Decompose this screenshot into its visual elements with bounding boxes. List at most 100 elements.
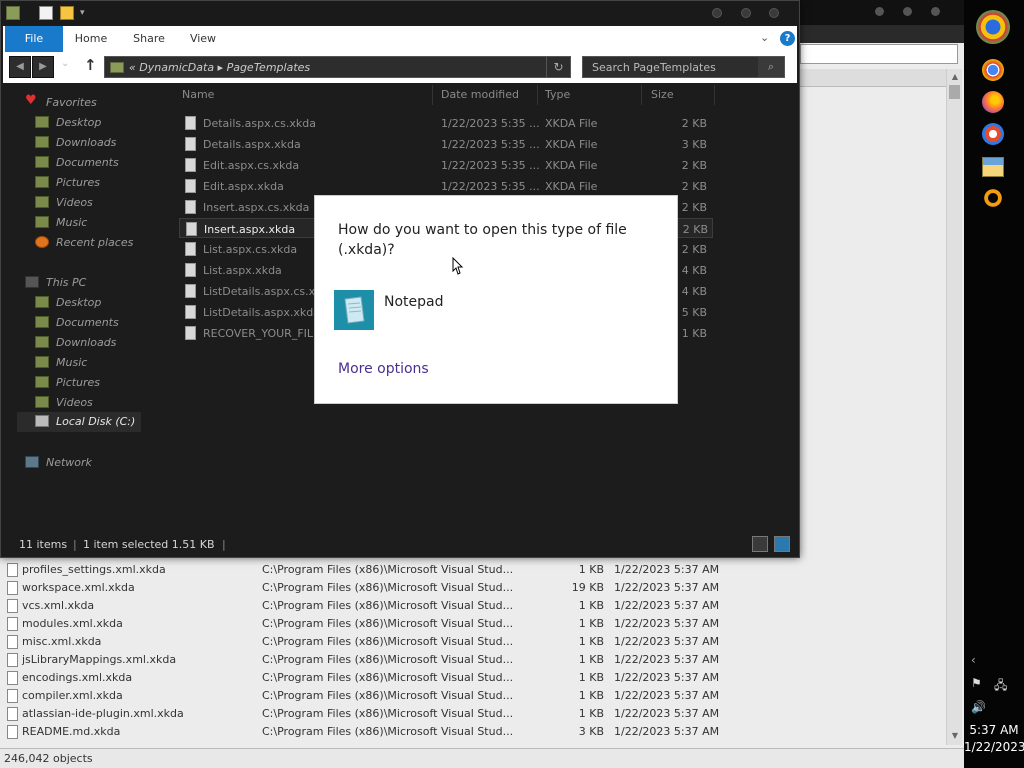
file-explorer-taskbar-icon[interactable] xyxy=(982,157,1004,177)
chrome-taskbar-icon[interactable] xyxy=(982,59,1004,81)
result-row[interactable]: encodings.xml.xkda C:\Program Files (x86)… xyxy=(0,669,946,687)
background-results-list: profiles_settings.xml.xkda C:\Program Fil… xyxy=(0,561,946,745)
file-row[interactable]: Edit.aspx.cs.xkda 1/22/2023 5:35 ... XKDA … xyxy=(179,155,713,175)
pictures-icon xyxy=(35,176,49,188)
chrome-canary-taskbar-icon[interactable] xyxy=(976,10,1010,44)
nav-item-pictures[interactable]: Pictures xyxy=(35,173,165,193)
result-row[interactable]: profiles_settings.xml.xkda C:\Program Fil… xyxy=(0,561,946,579)
search-icon[interactable]: ⌕ xyxy=(758,57,784,77)
nav-item-recent-places[interactable]: Recent places xyxy=(35,233,165,253)
network-icon[interactable]: 🖧 xyxy=(994,676,1007,697)
minimize-icon[interactable] xyxy=(712,8,722,18)
file-icon xyxy=(185,137,196,151)
result-date: 1/22/2023 5:37 AM xyxy=(614,581,720,594)
recent-locations-icon[interactable]: ⌄ xyxy=(61,58,69,69)
file-name: Details.aspx.xkda xyxy=(203,138,301,151)
result-row[interactable]: workspace.xml.xkda C:\Program Files (x86)… xyxy=(0,579,946,597)
desktop-icon xyxy=(35,116,49,128)
column-divider[interactable] xyxy=(641,85,642,105)
result-row[interactable]: misc.xml.xkda C:\Program Files (x86)\Micr… xyxy=(0,633,946,651)
refresh-icon[interactable]: ↻ xyxy=(546,57,570,77)
nav-item-pc-downloads[interactable]: Downloads xyxy=(35,333,165,353)
file-name: ListDetails.aspx.xkda xyxy=(203,306,320,319)
file-row[interactable]: Details.aspx.xkda 1/22/2023 5:35 ... XKDA … xyxy=(179,134,713,154)
tab-view[interactable]: View xyxy=(183,26,223,52)
large-icons-view-icon[interactable] xyxy=(774,536,790,552)
file-row[interactable]: Details.aspx.cs.xkda 1/22/2023 5:35 ... XK… xyxy=(179,113,713,133)
item-count: 11 items xyxy=(19,538,68,551)
nav-item-music[interactable]: Music xyxy=(35,213,165,233)
tab-home[interactable]: Home xyxy=(69,26,113,52)
address-bar[interactable]: « DynamicData ▸ PageTemplates ↻ xyxy=(104,56,571,78)
nav-item-pc-pictures[interactable]: Pictures xyxy=(35,373,165,393)
nav-item-pc-music[interactable]: Music xyxy=(35,353,165,373)
nav-item-desktop[interactable]: Desktop xyxy=(35,113,165,133)
result-row[interactable]: jsLibraryMappings.xml.xkda C:\Program Fil… xyxy=(0,651,946,669)
nav-item-favorites[interactable]: ♥ Favorites xyxy=(25,93,165,113)
taskbar-clock[interactable]: 5:37 AM 1/22/2023 xyxy=(964,722,1024,756)
new-folder-icon[interactable] xyxy=(60,6,74,20)
nav-item-documents[interactable]: Documents xyxy=(35,153,165,173)
result-row[interactable]: modules.xml.xkda C:\Program Files (x86)\M… xyxy=(0,615,946,633)
search-tool-taskbar-icon[interactable] xyxy=(982,187,1004,209)
details-view-icon[interactable] xyxy=(752,536,768,552)
tab-file[interactable]: File xyxy=(5,26,63,52)
up-button[interactable]: ↑ xyxy=(84,56,97,74)
column-header-type[interactable]: Type xyxy=(545,88,570,101)
firefox-taskbar-icon[interactable] xyxy=(982,91,1004,113)
nav-item-this-pc[interactable]: This PC xyxy=(25,273,165,293)
show-hidden-icons-icon[interactable]: ‹ xyxy=(971,653,976,667)
nav-item-pc-desktop[interactable]: Desktop xyxy=(35,293,165,313)
result-path: C:\Program Files (x86)\Microsoft Visual … xyxy=(262,599,512,612)
expand-ribbon-icon[interactable]: ⌄ xyxy=(760,31,769,44)
back-button[interactable]: ◀ xyxy=(9,56,31,78)
more-options-link[interactable]: More options xyxy=(338,361,429,377)
nav-item-local-disk[interactable]: Local Disk (C:) xyxy=(17,412,141,432)
result-row[interactable]: atlassian-ide-plugin.xml.xkda C:\Program … xyxy=(0,705,946,723)
app-option-notepad[interactable]: Notepad xyxy=(334,290,664,330)
nav-item-network[interactable]: Network xyxy=(25,453,165,473)
result-name: workspace.xml.xkda xyxy=(22,581,135,594)
column-header-date[interactable]: Date modified xyxy=(441,88,519,101)
close-icon[interactable] xyxy=(931,7,940,16)
nav-item-downloads[interactable]: Downloads xyxy=(35,133,165,153)
column-divider[interactable] xyxy=(432,85,433,105)
column-header-name[interactable]: Name xyxy=(182,88,214,101)
column-divider[interactable] xyxy=(714,85,715,105)
maximize-icon[interactable] xyxy=(741,8,751,18)
minimize-icon[interactable] xyxy=(875,7,884,16)
result-size: 1 KB xyxy=(578,635,604,648)
tab-share[interactable]: Share xyxy=(127,26,171,52)
result-name: atlassian-ide-plugin.xml.xkda xyxy=(22,707,184,720)
column-header-size[interactable]: Size xyxy=(651,88,674,101)
clock-date: 1/22/2023 xyxy=(964,740,1024,754)
result-row[interactable]: README.md.xkda C:\Program Files (x86)\Mic… xyxy=(0,723,946,741)
action-center-flag-icon[interactable]: ⚑ xyxy=(971,676,982,690)
scroll-down-icon[interactable]: ▼ xyxy=(950,731,960,741)
search-input[interactable]: Search PageTemplates ⌕ xyxy=(582,56,785,78)
column-divider[interactable] xyxy=(537,85,538,105)
file-icon xyxy=(186,222,197,236)
customize-toolbar-icon[interactable]: ▾ xyxy=(80,8,94,22)
result-date: 1/22/2023 5:37 AM xyxy=(614,599,720,612)
nav-item-videos[interactable]: Videos xyxy=(35,193,165,213)
result-row[interactable]: vcs.xml.xkda C:\Program Files (x86)\Micro… xyxy=(0,597,946,615)
background-search-input[interactable] xyxy=(800,44,958,64)
nav-item-pc-videos[interactable]: Videos xyxy=(35,393,165,413)
nav-item-pc-documents[interactable]: Documents xyxy=(35,313,165,333)
maximize-icon[interactable] xyxy=(903,7,912,16)
app-taskbar-icon[interactable] xyxy=(982,123,1004,145)
breadcrumb[interactable]: « DynamicData ▸ PageTemplates xyxy=(129,61,310,74)
result-row[interactable]: compiler.xml.xkda C:\Program Files (x86)\… xyxy=(0,687,946,705)
forward-button[interactable]: ▶ xyxy=(32,56,54,78)
close-icon[interactable] xyxy=(769,8,779,18)
help-icon[interactable]: ? xyxy=(780,31,795,46)
navigation-pane: ♥ Favorites Desktop Downloads Documents … xyxy=(1,85,171,525)
properties-icon[interactable] xyxy=(39,6,53,20)
volume-icon[interactable]: 🔊 xyxy=(971,700,986,714)
scroll-thumb[interactable] xyxy=(949,85,960,99)
file-row[interactable]: Edit.aspx.xkda 1/22/2023 5:35 ... XKDA Fil… xyxy=(179,176,713,196)
background-scrollbar[interactable]: ▲ ▼ xyxy=(946,69,962,745)
scroll-up-icon[interactable]: ▲ xyxy=(950,72,960,82)
explorer-titlebar: ▾ xyxy=(1,1,799,25)
